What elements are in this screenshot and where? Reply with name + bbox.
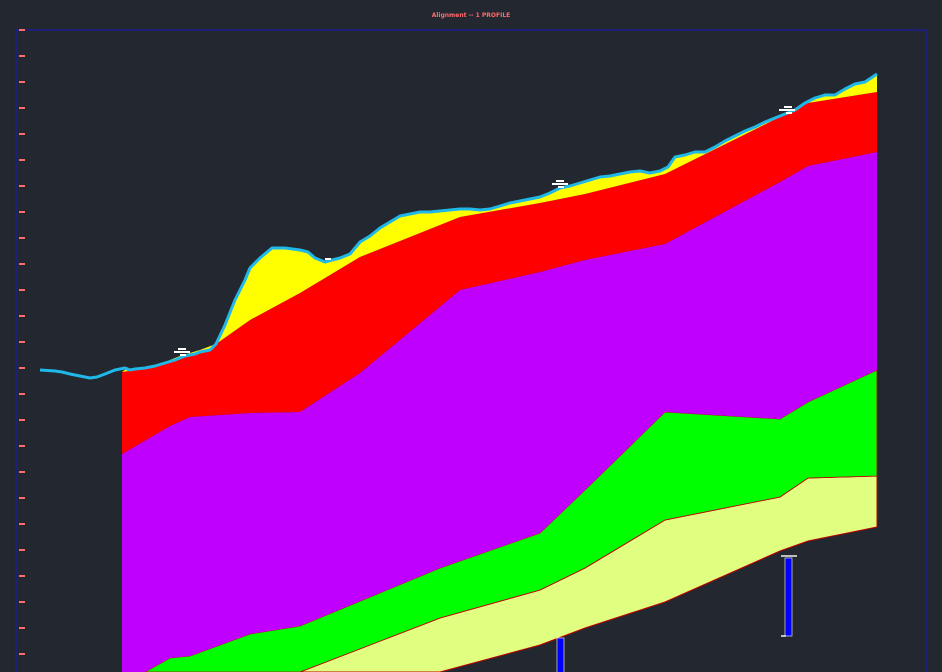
profile-canvas xyxy=(15,29,927,672)
elevation-tick-4 xyxy=(19,133,25,135)
elevation-tick-11 xyxy=(19,315,25,317)
borehole-1-column xyxy=(556,637,565,672)
elevation-tick-1 xyxy=(19,55,25,57)
elevation-tick-6 xyxy=(19,185,25,187)
elevation-tick-21 xyxy=(19,575,25,577)
elevation-tick-3 xyxy=(19,107,25,109)
elevation-tick-18 xyxy=(19,497,25,499)
elevation-tick-14 xyxy=(19,393,25,395)
elevation-tick-7 xyxy=(19,211,25,213)
borehole-2-column xyxy=(784,557,793,637)
elevation-tick-19 xyxy=(19,523,25,525)
elevation-tick-15 xyxy=(19,419,25,421)
borehole-2 xyxy=(781,555,797,637)
elevation-tick-10 xyxy=(19,289,25,291)
elevation-tick-17 xyxy=(19,471,25,473)
elevation-tick-16 xyxy=(19,445,25,447)
elevation-tick-24 xyxy=(19,653,25,655)
elevation-tick-23 xyxy=(19,627,25,629)
profile-drawing-area: Alignment -- 1 PROFILE xyxy=(0,0,942,672)
elevation-tick-2 xyxy=(19,81,25,83)
survey-marker-4 xyxy=(325,258,331,260)
elevation-tick-22 xyxy=(19,601,25,603)
elevation-tick-0 xyxy=(19,29,25,31)
elevation-tick-13 xyxy=(19,367,25,369)
elevation-tick-12 xyxy=(19,341,25,343)
borehole-1 xyxy=(556,637,565,672)
elevation-tick-9 xyxy=(19,263,25,265)
elevation-axis-ticks xyxy=(19,29,25,655)
elevation-tick-8 xyxy=(19,237,25,239)
elevation-tick-5 xyxy=(19,159,25,161)
elevation-tick-20 xyxy=(19,549,25,551)
